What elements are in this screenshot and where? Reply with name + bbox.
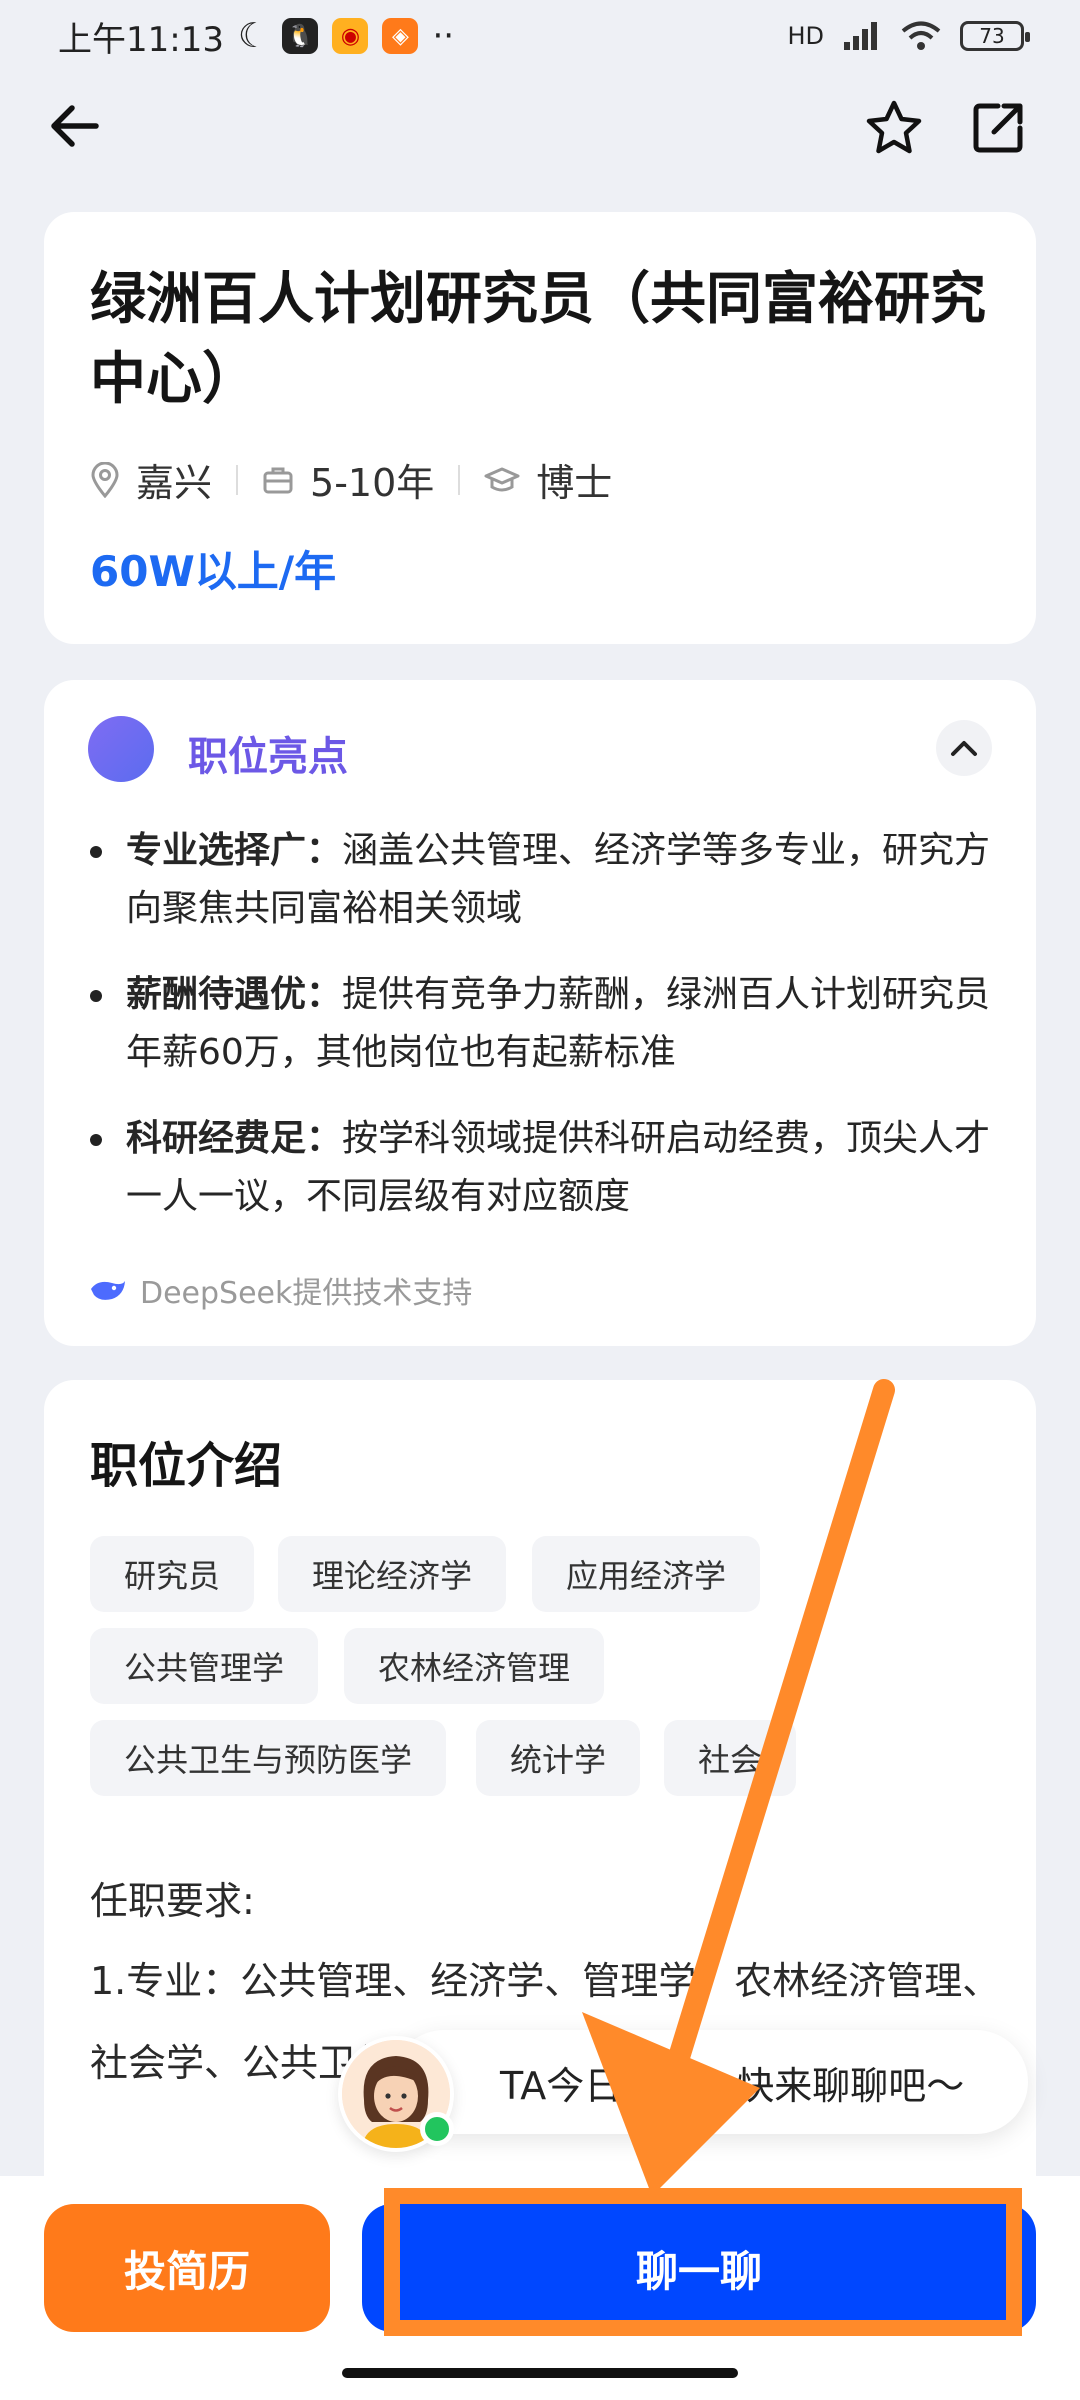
status-left: 上午11:13 ☾ 🐧 ◉ ◈ ·· xyxy=(58,12,454,61)
battery-level: 73 xyxy=(979,24,1005,48)
weibo-icon: ◉ xyxy=(332,18,369,54)
location-pin-icon xyxy=(91,461,119,498)
back-button[interactable] xyxy=(44,96,104,156)
tag: 应用经济学 xyxy=(532,1536,761,1612)
education-text: 博士 xyxy=(536,461,613,505)
ai-orb-icon xyxy=(88,716,154,782)
location-text: 嘉兴 xyxy=(136,461,213,505)
qq-icon: 🐧 xyxy=(282,18,319,54)
education-item: 博士 xyxy=(484,452,612,507)
app-orange-icon: ◈ xyxy=(382,18,419,54)
powered-by-text: DeepSeek提供技术支持 xyxy=(140,1276,473,1311)
deepseek-whale-icon xyxy=(91,1281,125,1300)
intro-title: 职位介绍 xyxy=(90,1438,283,1494)
chat-tip-bubble[interactable]: TA今日在线，快来聊聊吧～ xyxy=(392,2030,1028,2134)
annotation-highlight-box xyxy=(384,2188,1022,2336)
status-time: 上午11:13 xyxy=(58,19,224,60)
highlights-card: 职位亮点 专业选择广：涵盖公共管理、经济学等多专业，研究方向聚焦共同富裕相关领域… xyxy=(44,680,1036,1346)
job-title: 绿洲百人计划研究员（共同富裕研究中心） xyxy=(90,267,986,412)
wifi-icon xyxy=(901,21,941,50)
experience-item: 5-10年 xyxy=(262,452,434,507)
battery-icon: 73 xyxy=(960,21,1030,51)
star-icon xyxy=(866,100,922,154)
list-item: 科研经费足：按学科领域提供科研启动经费，顶尖人才一人一议，不同层级有对应额度 xyxy=(88,1110,1008,1226)
highlights-title: 职位亮点 xyxy=(188,734,348,780)
chat-tip-text: TA今日在线，快来聊聊吧～ xyxy=(500,2063,965,2108)
hd-label: HD xyxy=(787,22,824,50)
more-notifications-icon: ·· xyxy=(432,16,455,56)
meta-divider xyxy=(458,464,461,495)
chevron-up-icon xyxy=(951,741,977,756)
requirements-heading: 任职要求: xyxy=(90,1879,255,1923)
list-item: 专业选择广：涵盖公共管理、经济学等多专业，研究方向聚焦共同富裕相关领域 xyxy=(88,822,1008,938)
briefcase-icon xyxy=(263,467,293,493)
submit-resume-button[interactable]: 投简历 xyxy=(44,2204,330,2332)
moon-icon: ☾ xyxy=(237,16,269,56)
highlight-label: 专业选择广： xyxy=(126,830,343,871)
collapse-button[interactable] xyxy=(936,720,992,776)
home-indicator xyxy=(342,2368,738,2378)
highlight-label: 科研经费足： xyxy=(126,1118,343,1159)
top-nav xyxy=(0,90,1080,170)
tag: 研究员 xyxy=(90,1536,255,1612)
tag: 公共管理学 xyxy=(90,1628,319,1704)
tag: 社会 xyxy=(664,1720,797,1796)
graduation-cap-icon xyxy=(484,467,520,491)
tag: 公共卫生与预防医学 xyxy=(90,1720,447,1796)
job-header-card: 绿洲百人计划研究员（共同富裕研究中心） 嘉兴 5-10年 博士 60W以上/年 xyxy=(44,212,1036,644)
highlight-label: 薪酬待遇优： xyxy=(126,974,343,1015)
online-status-dot xyxy=(420,2112,454,2146)
arrow-left-icon xyxy=(51,105,99,147)
highlights-list: 专业选择广：涵盖公共管理、经济学等多专业，研究方向聚焦共同富裕相关领域 薪酬待遇… xyxy=(88,822,1008,1254)
status-bar: 上午11:13 ☾ 🐧 ◉ ◈ ·· HD 73 xyxy=(0,0,1080,72)
job-meta: 嘉兴 5-10年 博士 xyxy=(90,452,612,507)
tag: 统计学 xyxy=(476,1720,641,1796)
experience-text: 5-10年 xyxy=(310,461,435,505)
signal-icon xyxy=(844,22,877,50)
share-icon xyxy=(973,103,1023,153)
tag: 理论经济学 xyxy=(278,1536,507,1612)
status-right: HD 73 xyxy=(787,20,1030,52)
powered-by: DeepSeek提供技术支持 xyxy=(88,1268,472,1312)
favorite-button[interactable] xyxy=(862,96,926,160)
tag: 农林经济管理 xyxy=(344,1628,605,1704)
meta-divider xyxy=(236,464,239,495)
list-item: 薪酬待遇优：提供有竞争力薪酬，绿洲百人计划研究员年薪60万，其他岗位也有起薪标准 xyxy=(88,966,1008,1082)
salary: 60W以上/年 xyxy=(90,547,337,596)
share-button[interactable] xyxy=(966,96,1030,160)
location-item: 嘉兴 xyxy=(90,452,212,507)
